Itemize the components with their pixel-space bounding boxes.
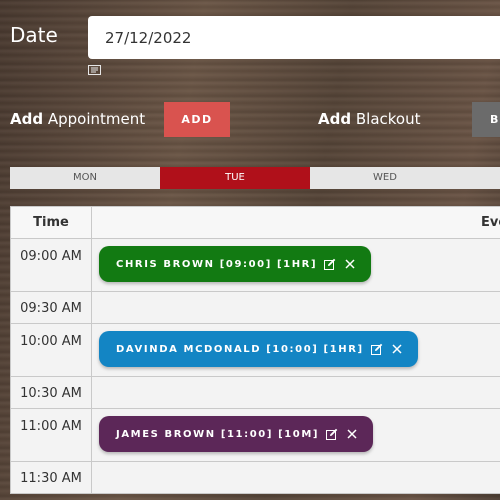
time-slot-row: 11:30 AM [10, 461, 500, 494]
tab-tue[interactable]: TUE [160, 167, 310, 189]
events-cell[interactable]: JAMES BROWN [11:00] [10M] [91, 408, 500, 462]
date-input[interactable] [88, 16, 500, 59]
add-appointment-label: Add Appointment [10, 110, 145, 128]
close-icon[interactable] [347, 429, 357, 439]
day-tabs: MON TUE WED [10, 167, 500, 189]
time-slot-row: 09:30 AM [10, 291, 500, 324]
time-slot-row: 09:00 AM CHRIS BROWN [09:00] [1HR] [10, 238, 500, 292]
events-cell[interactable] [91, 376, 500, 409]
edit-icon[interactable] [370, 343, 383, 355]
time-slot-row: 11:00 AM JAMES BROWN [11:00] [10M] [10, 408, 500, 462]
events-cell[interactable] [91, 291, 500, 324]
appointment-text: DAVINDA MCDONALD [10:00] [1HR] [116, 343, 364, 355]
appointment-chip[interactable]: DAVINDA MCDONALD [10:00] [1HR] [99, 331, 418, 367]
add-blackout-label-rest: Blackout [351, 110, 421, 128]
close-icon[interactable] [392, 344, 402, 354]
time-slot-label: 11:30 AM [10, 461, 92, 494]
events-cell[interactable]: DAVINDA MCDONALD [10:00] [1HR] [91, 323, 500, 377]
schedule-table: Time Eve 09:00 AM CHRIS BROWN [09:00] [1… [10, 206, 500, 494]
time-slot-row: 10:00 AM DAVINDA MCDONALD [10:00] [1HR] [10, 323, 500, 377]
events-cell[interactable] [91, 461, 500, 494]
events-column-header: Eve [91, 206, 500, 239]
add-blackout-button[interactable]: B [472, 102, 500, 137]
date-label: Date [10, 23, 58, 47]
tab-wed[interactable]: WED [310, 167, 460, 189]
appointment-chip[interactable]: CHRIS BROWN [09:00] [1HR] [99, 246, 372, 282]
add-appointment-button[interactable]: ADD [164, 102, 230, 137]
time-slot-row: 10:30 AM [10, 376, 500, 409]
time-slot-label: 09:30 AM [10, 291, 92, 324]
appointment-chip[interactable]: JAMES BROWN [11:00] [10M] [99, 416, 374, 452]
close-icon[interactable] [345, 259, 355, 269]
calendar-icon[interactable] [88, 65, 101, 75]
add-appointment-label-rest: Appointment [43, 110, 146, 128]
appointment-text: JAMES BROWN [11:00] [10M] [116, 428, 320, 440]
edit-icon[interactable] [326, 428, 338, 440]
time-slot-label: 10:30 AM [10, 376, 92, 409]
add-blackout-label-bold: Add [318, 110, 352, 128]
appointment-text: CHRIS BROWN [09:00] [1HR] [116, 258, 318, 270]
add-blackout-label: Add Blackout [318, 110, 420, 128]
tab-mon[interactable]: MON [10, 167, 160, 189]
time-slot-label: 11:00 AM [10, 408, 92, 462]
edit-icon[interactable] [324, 258, 336, 270]
time-column-header: Time [10, 206, 92, 239]
events-cell[interactable]: CHRIS BROWN [09:00] [1HR] [91, 238, 500, 292]
schedule-header-row: Time Eve [10, 206, 500, 239]
time-slot-label: 10:00 AM [10, 323, 92, 377]
time-slot-label: 09:00 AM [10, 238, 92, 292]
add-appointment-label-bold: Add [10, 110, 44, 128]
